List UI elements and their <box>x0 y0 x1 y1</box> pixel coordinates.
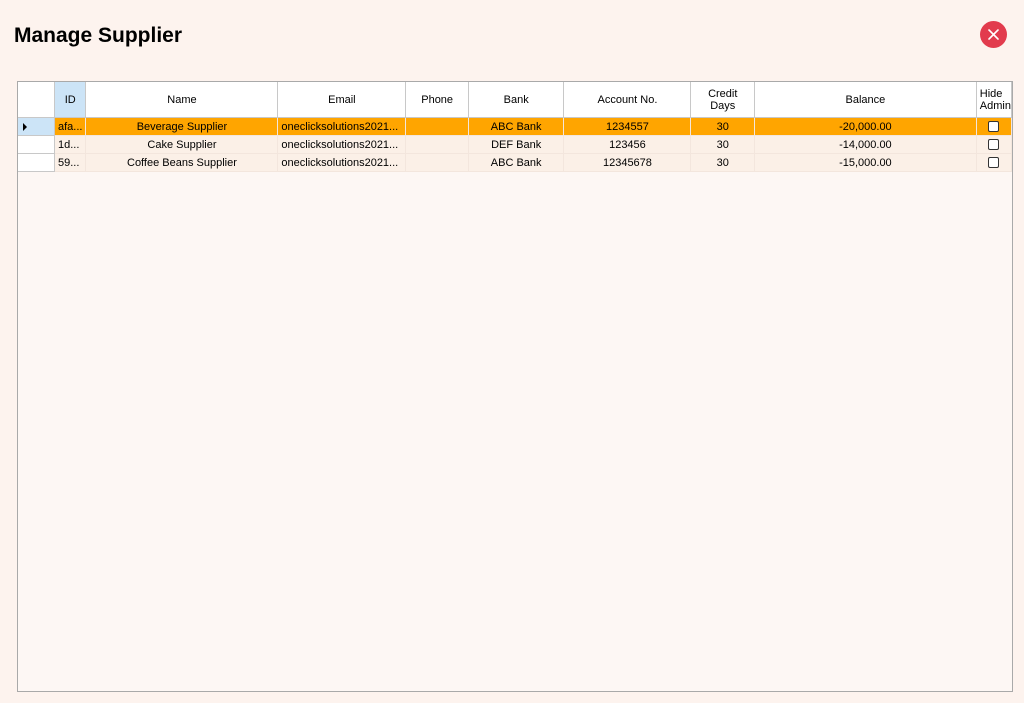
cell-account-no[interactable]: 123456 <box>563 135 692 154</box>
row-selector[interactable] <box>18 117 55 136</box>
cell-bank[interactable]: ABC Bank <box>468 153 565 172</box>
cell-hide-admin[interactable] <box>976 117 1012 136</box>
column-header-phone[interactable]: Phone <box>405 82 469 118</box>
column-header-name[interactable]: Name <box>85 82 279 118</box>
hide-admin-checkbox[interactable] <box>988 121 1000 133</box>
column-header-credit-days-line1: Credit <box>708 87 738 100</box>
cell-phone[interactable] <box>405 135 469 154</box>
column-header-bank[interactable]: Bank <box>468 82 565 118</box>
cell-id[interactable]: 1d... <box>54 135 87 154</box>
row-header-corner[interactable] <box>18 82 55 118</box>
column-header-hide-admin[interactable]: Hide Admin <box>976 82 1012 118</box>
supplier-table: ID Name Email Phone Bank Account No. Cre… <box>18 82 1012 172</box>
cell-hide-admin[interactable] <box>976 135 1012 154</box>
cell-id[interactable]: 59... <box>54 153 87 172</box>
close-button[interactable] <box>980 21 1007 48</box>
cell-credit-days[interactable]: 30 <box>690 117 756 136</box>
table-row[interactable]: 59... Coffee Beans Supplier oneclicksolu… <box>18 153 1012 172</box>
column-header-hide-admin-line1: Hide <box>979 87 1003 100</box>
row-selector[interactable] <box>18 135 55 154</box>
column-header-credit-days[interactable]: Credit Days <box>690 82 756 118</box>
table-row[interactable]: afa... Beverage Supplier oneclicksolutio… <box>18 117 1012 136</box>
table-row[interactable]: 1d... Cake Supplier oneclicksolutions202… <box>18 135 1012 154</box>
current-row-arrow-icon <box>23 123 27 131</box>
cell-credit-days[interactable]: 30 <box>690 135 756 154</box>
column-header-balance[interactable]: Balance <box>754 82 977 118</box>
cell-hide-admin[interactable] <box>976 153 1012 172</box>
header-row: ID Name Email Phone Bank Account No. Cre… <box>18 82 1012 118</box>
cell-account-no[interactable]: 12345678 <box>563 153 692 172</box>
cell-name[interactable]: Coffee Beans Supplier <box>85 153 279 172</box>
cell-account-no[interactable]: 1234557 <box>563 117 692 136</box>
hide-admin-checkbox[interactable] <box>988 157 1000 169</box>
column-header-account-no[interactable]: Account No. <box>563 82 692 118</box>
row-selector[interactable] <box>18 153 55 172</box>
column-header-credit-days-line2: Days <box>710 99 736 112</box>
cell-name[interactable]: Cake Supplier <box>85 135 279 154</box>
cell-email[interactable]: oneclicksolutions2021... <box>277 117 407 136</box>
close-icon <box>988 29 999 40</box>
cell-phone[interactable] <box>405 117 469 136</box>
cell-email[interactable]: oneclicksolutions2021... <box>277 153 407 172</box>
column-header-hide-admin-line2: Admin <box>979 99 1011 112</box>
cell-bank[interactable]: DEF Bank <box>468 135 565 154</box>
cell-balance[interactable]: -15,000.00 <box>754 153 977 172</box>
cell-balance[interactable]: -20,000.00 <box>754 117 977 136</box>
column-header-email[interactable]: Email <box>277 82 407 118</box>
hide-admin-checkbox[interactable] <box>988 139 1000 151</box>
cell-credit-days[interactable]: 30 <box>690 153 756 172</box>
cell-balance[interactable]: -14,000.00 <box>754 135 977 154</box>
page-title: Manage Supplier <box>14 24 183 47</box>
column-header-id[interactable]: ID <box>54 82 87 118</box>
cell-phone[interactable] <box>405 153 469 172</box>
cell-id[interactable]: afa... <box>54 117 87 136</box>
cell-email[interactable]: oneclicksolutions2021... <box>277 135 407 154</box>
supplier-grid[interactable]: ID Name Email Phone Bank Account No. Cre… <box>17 81 1013 692</box>
cell-bank[interactable]: ABC Bank <box>468 117 565 136</box>
cell-name[interactable]: Beverage Supplier <box>85 117 279 136</box>
